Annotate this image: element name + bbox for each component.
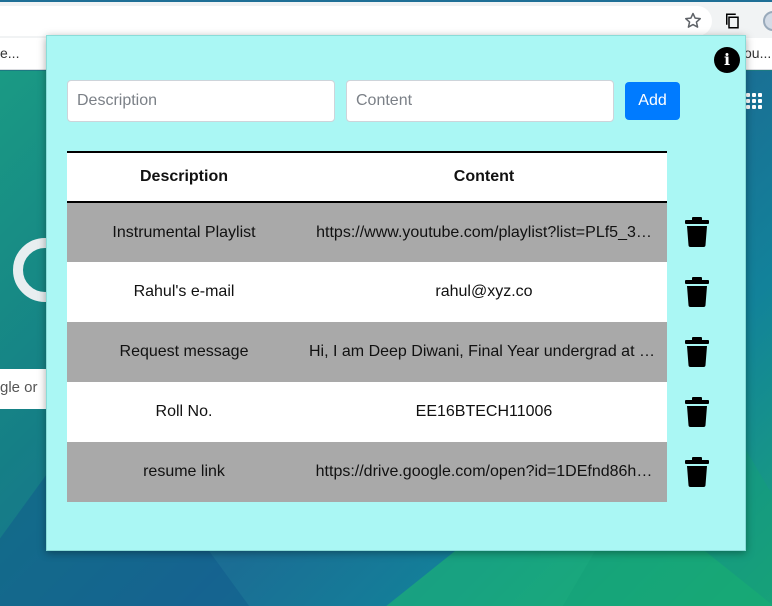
- table-row: Request message Hi, I am Deep Diwani, Fi…: [67, 322, 667, 382]
- row-description: Request message: [67, 322, 301, 382]
- row-content[interactable]: https://www.youtube.com/playlist?list=PL…: [301, 202, 667, 262]
- extension-copy-icon[interactable]: [723, 12, 741, 30]
- table-row: Instrumental Playlist https://www.youtub…: [67, 202, 667, 262]
- table-row: Rahul's e-mail rahul@xyz.co: [67, 262, 667, 322]
- row-description: Instrumental Playlist: [67, 202, 301, 262]
- row-content[interactable]: EE16BTECH11006: [301, 382, 667, 442]
- table-header-row: Description Content: [67, 151, 667, 203]
- description-input[interactable]: [67, 80, 335, 122]
- add-button[interactable]: Add: [625, 82, 680, 120]
- info-icon[interactable]: i: [714, 47, 740, 73]
- bookmark-star-icon[interactable]: [683, 11, 703, 31]
- bookmark-item[interactable]: ou...: [744, 45, 771, 61]
- trash-icon[interactable]: [685, 397, 709, 427]
- bookmark-item[interactable]: e...: [0, 45, 19, 61]
- search-placeholder: gle or: [0, 379, 38, 396]
- entries-table: Description Content Instrumental Playlis…: [67, 151, 667, 502]
- trash-icon[interactable]: [685, 337, 709, 367]
- trash-icon[interactable]: [685, 457, 709, 487]
- column-header-description: Description: [67, 151, 301, 203]
- row-content[interactable]: Hi, I am Deep Diwani, Final Year undergr…: [301, 322, 667, 382]
- table-row: resume link https://drive.google.com/ope…: [67, 442, 667, 502]
- address-bar[interactable]: [0, 6, 712, 36]
- row-content[interactable]: rahul@xyz.co: [301, 262, 667, 322]
- browser-toolbar: [0, 0, 772, 38]
- extension-popup: i Add Description Content Instrumental P…: [46, 35, 746, 551]
- row-description: resume link: [67, 442, 301, 502]
- trash-icon[interactable]: [685, 277, 709, 307]
- apps-grid-icon[interactable]: [746, 93, 762, 109]
- trash-icon[interactable]: [685, 217, 709, 247]
- row-content[interactable]: https://drive.google.com/open?id=1DEfnd8…: [301, 442, 667, 502]
- row-description: Roll No.: [67, 382, 301, 442]
- row-description: Rahul's e-mail: [67, 262, 301, 322]
- profile-avatar-icon[interactable]: [763, 11, 772, 31]
- column-header-content: Content: [301, 151, 667, 203]
- table-row: Roll No. EE16BTECH11006: [67, 382, 667, 442]
- content-input[interactable]: [346, 80, 614, 122]
